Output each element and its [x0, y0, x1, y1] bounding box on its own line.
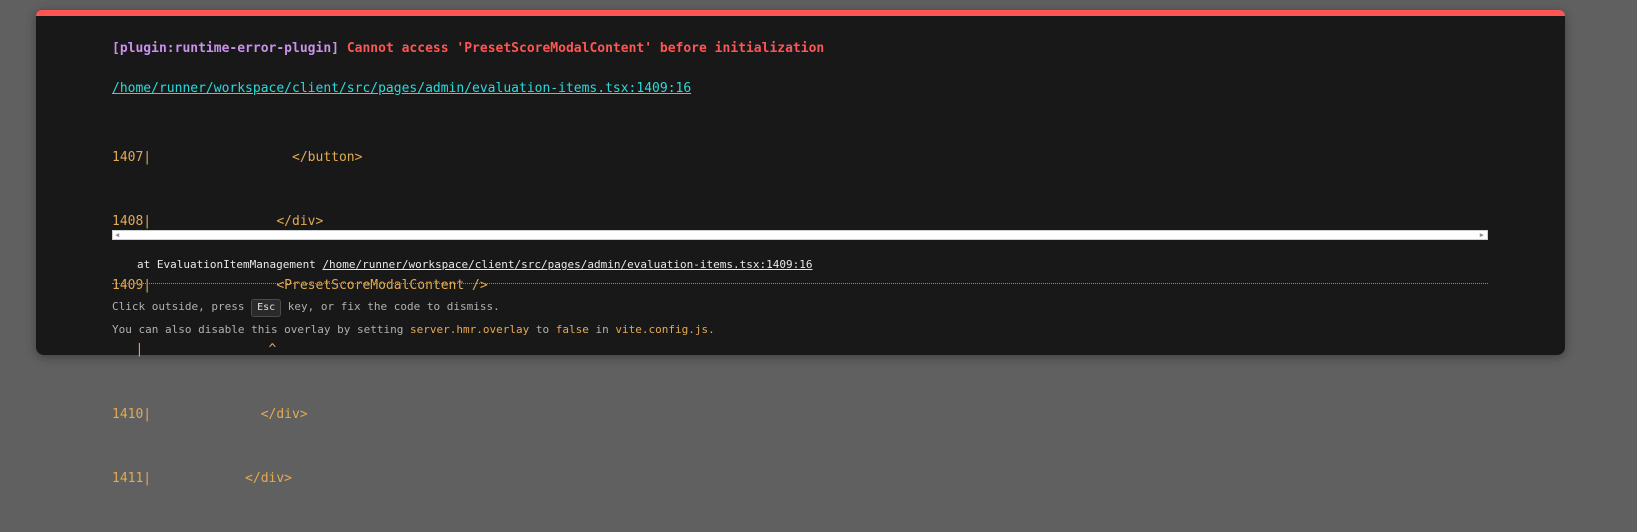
tip-text: Click outside, press — [112, 300, 252, 313]
error-message: [plugin:runtime-error-plugin] Cannot acc… — [112, 41, 824, 56]
stack-file-link[interactable]: /home/runner/workspace/client/src/pages/… — [322, 258, 812, 271]
code-frame-line: 1410| </div> — [112, 406, 308, 422]
scroll-left-arrow-icon[interactable]: ◀ — [115, 231, 119, 239]
horizontal-scrollbar[interactable]: ◀ ▶ — [112, 230, 1488, 240]
disable-overlay-tip: You can also disable this overlay by set… — [112, 323, 715, 336]
config-key: server.hmr.overlay — [410, 323, 530, 336]
stack-function: at EvaluationItemManagement — [137, 258, 323, 271]
tip-text: key, or fix the code to dismiss. — [281, 300, 500, 313]
stack-trace: at EvaluationItemManagement /home/runner… — [137, 258, 813, 271]
plugin-name: [plugin:runtime-error-plugin] — [112, 41, 339, 56]
code-frame-line: 1407| </button> — [112, 149, 363, 165]
tip-text: . — [708, 323, 715, 336]
error-text: Cannot access 'PresetScoreModalContent' … — [346, 41, 825, 56]
error-file-link[interactable]: /home/runner/workspace/client/src/pages/… — [112, 81, 691, 96]
code-frame: 1407| </button> 1408| </div> 1409| <Pres… — [112, 104, 488, 532]
tip-text: to — [529, 323, 556, 336]
code-frame-caret-line: | ^ — [112, 342, 277, 358]
scroll-right-arrow-icon[interactable]: ▶ — [1480, 231, 1484, 239]
code-frame-line: 1409| <PresetScoreModalContent /> — [112, 278, 488, 294]
tip-text: in — [588, 323, 616, 336]
error-overlay-window: [plugin:runtime-error-plugin] Cannot acc… — [36, 10, 1565, 486]
code-frame-line: 1411| </div> — [112, 470, 293, 486]
config-value: false — [555, 323, 589, 336]
dismiss-tip: Click outside, press Esc key, or fix the… — [112, 299, 500, 317]
esc-key-badge: Esc — [251, 299, 282, 317]
divider — [112, 283, 1488, 284]
config-file: vite.config.js — [615, 323, 709, 336]
tip-text: You can also disable this overlay by set… — [112, 323, 411, 336]
